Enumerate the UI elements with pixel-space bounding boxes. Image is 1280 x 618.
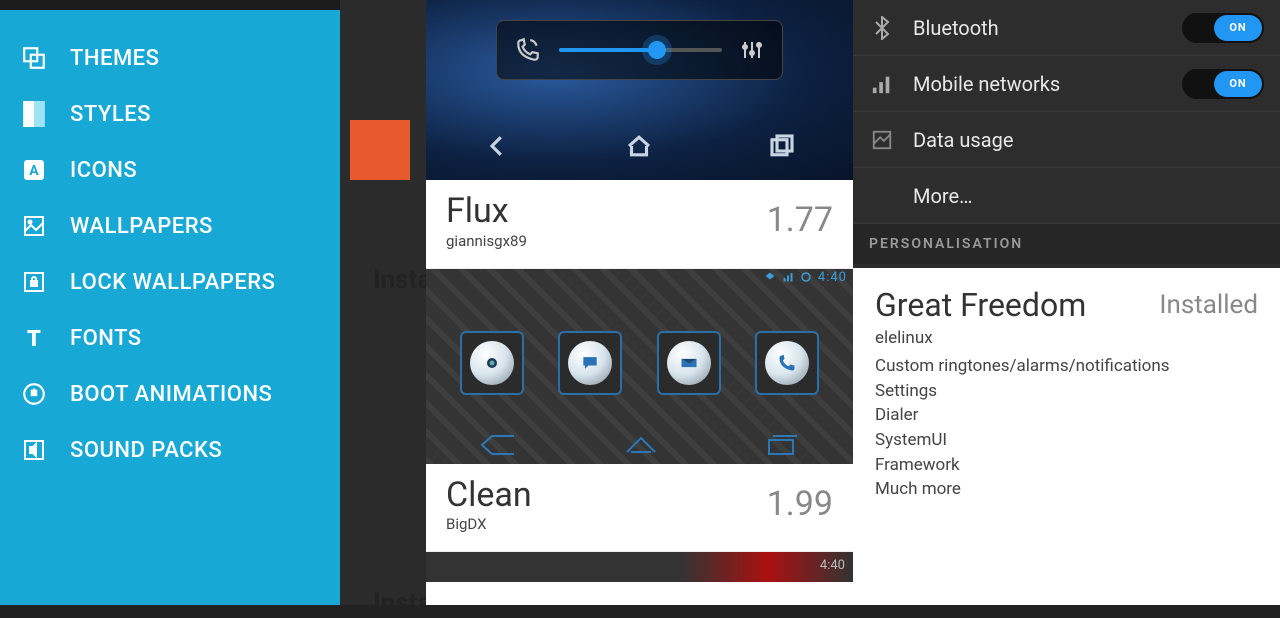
home-icon[interactable] — [621, 432, 661, 458]
panel-sidebar-screenshot: Insta Insta THEMES STYLES A ICONS WALLPA… — [0, 0, 426, 605]
data-usage-icon — [869, 127, 895, 153]
theme-preview-flux[interactable] — [426, 0, 853, 180]
themes-icon — [20, 44, 48, 72]
theme-price: 1.99 — [767, 484, 833, 524]
panel-theme-list: Flux giannisgx89 1.77 4:40 Clean BigDX — [426, 0, 853, 605]
phone-app-icon[interactable] — [755, 331, 819, 395]
toggle-state: ON — [1214, 71, 1262, 97]
theme-author: elelinux — [875, 328, 1258, 348]
background-text: Insta — [373, 265, 431, 295]
sidebar-drawer: THEMES STYLES A ICONS WALLPAPERS LOCK WA… — [0, 10, 340, 605]
sidebar-item-label: SOUND PACKS — [70, 438, 222, 463]
back-icon[interactable] — [478, 432, 518, 458]
sidebar-item-lock-wallpapers[interactable]: LOCK WALLPAPERS — [0, 254, 340, 310]
theme-feature: Settings — [875, 379, 1258, 404]
sidebar-item-label: ICONS — [70, 158, 137, 183]
preview-dock — [426, 331, 853, 395]
icons-icon: A — [20, 156, 48, 184]
back-icon[interactable] — [482, 131, 512, 161]
settings-row-mobile-networks[interactable]: Mobile networks ON — [853, 56, 1280, 112]
volume-panel — [496, 20, 783, 80]
theme-feature-list: Custom ringtones/alarms/notifications Se… — [875, 354, 1258, 502]
settings-row-data-usage[interactable]: Data usage — [853, 112, 1280, 168]
volume-thumb[interactable] — [648, 41, 666, 59]
settings-label: Mobile networks — [913, 72, 1182, 96]
messages-app-icon[interactable] — [558, 331, 622, 395]
preview-navbar — [426, 122, 853, 170]
theme-title: Clean — [446, 478, 532, 514]
preview-status-bar: 4:40 — [764, 270, 847, 285]
theme-feature: SystemUI — [875, 428, 1258, 453]
sidebar-item-wallpapers[interactable]: WALLPAPERS — [0, 198, 340, 254]
svg-text:T: T — [27, 327, 41, 350]
mail-app-icon[interactable] — [657, 331, 721, 395]
boot-animations-icon — [20, 380, 48, 408]
theme-card-clean[interactable]: Clean BigDX 1.99 — [426, 464, 853, 553]
theme-title: Flux — [446, 194, 527, 230]
styles-icon — [20, 100, 48, 128]
theme-feature: Custom ringtones/alarms/notifications — [875, 354, 1258, 379]
equalizer-icon[interactable] — [740, 38, 764, 62]
theme-author: giannisgx89 — [446, 232, 527, 250]
theme-price: 1.77 — [767, 200, 833, 240]
settings-section-header: PERSONALISATION — [853, 224, 1280, 264]
theme-detail: Great Freedom Installed elelinux Custom … — [853, 268, 1280, 520]
sidebar-item-label: LOCK WALLPAPERS — [70, 270, 275, 295]
svg-text:A: A — [29, 163, 39, 179]
toggle-bluetooth[interactable]: ON — [1182, 13, 1264, 43]
sidebar-item-boot-animations[interactable]: BOOT ANIMATIONS — [0, 366, 340, 422]
volume-slider[interactable] — [559, 48, 722, 52]
toggle-state: ON — [1214, 15, 1262, 41]
sound-packs-icon — [20, 436, 48, 464]
wallpapers-icon — [20, 212, 48, 240]
bluetooth-icon — [869, 15, 895, 41]
home-icon[interactable] — [624, 131, 654, 161]
sidebar-item-label: WALLPAPERS — [70, 214, 213, 239]
sidebar-item-sound-packs[interactable]: SOUND PACKS — [0, 422, 340, 478]
phone-ring-icon — [515, 37, 541, 63]
volume-fill — [559, 48, 657, 52]
camera-app-icon[interactable] — [460, 331, 524, 395]
theme-feature: Dialer — [875, 403, 1258, 428]
theme-author: BigDX — [446, 515, 532, 533]
settings-row-more[interactable]: More… — [853, 168, 1280, 224]
settings-preview: Bluetooth ON Mobile networks ON Data usa… — [853, 0, 1280, 268]
signal-icon — [869, 71, 895, 97]
theme-feature: Much more — [875, 477, 1258, 502]
sidebar-item-label: BOOT ANIMATIONS — [70, 382, 272, 407]
sidebar-item-label: THEMES — [70, 46, 159, 71]
fonts-icon: T — [20, 324, 48, 352]
panel-theme-detail: Bluetooth ON Mobile networks ON Data usa… — [853, 0, 1280, 605]
theme-preview-clean[interactable]: 4:40 — [426, 269, 853, 464]
lock-wallpapers-icon — [20, 268, 48, 296]
sidebar-item-themes[interactable]: THEMES — [0, 30, 340, 86]
dimmed-background — [340, 0, 426, 605]
settings-label: Data usage — [913, 128, 1264, 152]
theme-install-status: Installed — [1159, 290, 1258, 320]
settings-label: More… — [913, 184, 1264, 208]
sidebar-item-label: STYLES — [70, 102, 151, 127]
theme-feature: Framework — [875, 453, 1258, 478]
theme-title: Great Freedom — [875, 286, 1086, 324]
settings-label: Bluetooth — [913, 16, 1182, 40]
background-tile — [350, 120, 410, 180]
sidebar-item-styles[interactable]: STYLES — [0, 86, 340, 142]
background-text: Insta — [373, 588, 431, 618]
sidebar-item-icons[interactable]: A ICONS — [0, 142, 340, 198]
sidebar-item-label: FONTS — [70, 326, 142, 351]
theme-preview-strip: 4:40 — [426, 552, 853, 582]
recents-icon[interactable] — [767, 131, 797, 161]
preview-time: 4:40 — [820, 558, 845, 573]
preview-time: 4:40 — [818, 270, 847, 285]
toggle-mobile-networks[interactable]: ON — [1182, 69, 1264, 99]
sidebar-item-fonts[interactable]: T FONTS — [0, 310, 340, 366]
preview-navbar-clean — [426, 432, 853, 458]
theme-card-flux[interactable]: Flux giannisgx89 1.77 — [426, 180, 853, 269]
recents-icon[interactable] — [765, 432, 801, 458]
settings-row-bluetooth[interactable]: Bluetooth ON — [853, 0, 1280, 56]
